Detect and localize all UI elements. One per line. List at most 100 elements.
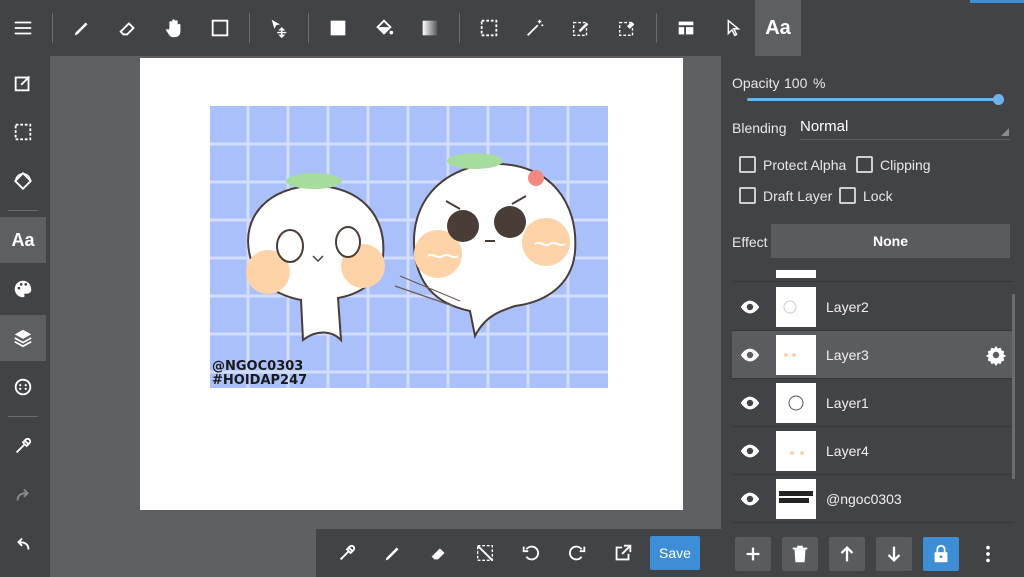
select-eraser-icon [616, 17, 638, 39]
layer-name: Layer2 [826, 298, 869, 315]
frame-tool-button[interactable] [663, 0, 709, 56]
effect-label: Effect [732, 234, 768, 250]
brush-tool-button[interactable] [59, 0, 105, 56]
layer-row-partial[interactable] [732, 270, 1014, 282]
rectangle-tool-button[interactable] [197, 0, 243, 56]
layer-row[interactable]: Layer1 [732, 379, 1014, 427]
gradient-icon [419, 17, 441, 39]
opacity-label: Opacity [732, 75, 780, 91]
bucket-tool-button[interactable] [361, 0, 407, 56]
clipping-label: Clipping [880, 157, 931, 173]
visibility-toggle[interactable] [732, 392, 768, 414]
visibility-toggle[interactable] [732, 296, 768, 318]
hand-tool-button[interactable] [151, 0, 197, 56]
deselect-icon [474, 542, 496, 564]
draft-layer-label: Draft Layer [763, 188, 833, 204]
pen-icon [382, 542, 404, 564]
text-panel-label: Aa [11, 229, 35, 250]
select-pen-tool-button[interactable] [558, 0, 604, 56]
edit-canvas-button[interactable] [0, 60, 46, 106]
protect-alpha-checkbox[interactable] [739, 156, 756, 173]
redo-button[interactable] [0, 472, 46, 518]
layer-thumbnail [776, 286, 816, 327]
layer-name: Layer1 [826, 394, 869, 411]
dropdown-arrow-icon [1001, 128, 1009, 136]
move-icon [268, 17, 290, 39]
eyedropper-button[interactable] [0, 423, 46, 469]
artwork-illustration [210, 106, 608, 388]
fill-rect-icon [327, 17, 349, 39]
delete-layer-button[interactable] [782, 537, 818, 571]
visibility-toggle[interactable] [732, 488, 768, 510]
canvas-paper[interactable]: @NGOC0303 #HOIDAP247 [140, 58, 683, 510]
canvas-area[interactable]: @NGOC0303 #HOIDAP247 [50, 56, 720, 529]
eyedropper-button[interactable] [324, 529, 370, 577]
blending-select[interactable]: Normal [800, 118, 848, 135]
left-toolbar: Aa [0, 56, 50, 577]
fill-rect-tool-button[interactable] [315, 0, 361, 56]
undo-button[interactable] [0, 521, 46, 567]
text-tool-button[interactable]: Aa [755, 0, 801, 56]
menu-button[interactable] [0, 0, 46, 56]
magic-wand-icon [524, 17, 546, 39]
layer-row[interactable]: Layer4 [732, 427, 1014, 475]
palette-icon [12, 278, 34, 300]
layer-row[interactable]: @ngoc0303 [732, 475, 1014, 523]
watermark-line-2: #HOIDAP247 [212, 373, 308, 388]
top-toolbar: Aa [0, 0, 1024, 56]
clipping-checkbox[interactable] [856, 156, 873, 173]
move-layer-down-button[interactable] [876, 537, 912, 571]
layer-thumbnail [776, 430, 816, 471]
add-layer-button[interactable] [735, 537, 771, 571]
save-button[interactable]: Save [650, 536, 700, 570]
toolbar-divider [249, 13, 250, 43]
layer-settings-button[interactable] [978, 344, 1014, 366]
lock-checkbox[interactable] [839, 187, 856, 204]
cursor-icon [721, 17, 743, 39]
text-panel-button[interactable]: Aa [0, 217, 46, 263]
opacity-value: 100 [784, 75, 808, 91]
selection-button[interactable] [0, 109, 46, 155]
layer-properties-panel: Opacity 100 % Blending Normal Protect Al… [721, 56, 1024, 577]
rotate-left-button[interactable] [508, 529, 554, 577]
eraser-icon [117, 17, 139, 39]
layer-row-selected[interactable]: Layer3 [732, 331, 1014, 379]
color-palette-button[interactable] [0, 266, 46, 312]
effect-button[interactable]: None [771, 224, 1010, 258]
layer-row[interactable]: Layer2 [732, 283, 1014, 331]
material-button[interactable] [0, 364, 46, 410]
select-rect-tool-button[interactable] [466, 0, 512, 56]
layer-list-scrollbar[interactable] [1012, 294, 1015, 479]
visibility-toggle[interactable] [732, 440, 768, 462]
rotate-right-button[interactable] [554, 529, 600, 577]
bucket-icon [373, 17, 395, 39]
select-eraser-tool-button[interactable] [604, 0, 650, 56]
layer-thumbnail [776, 270, 816, 278]
layers-panel-button[interactable] [0, 315, 46, 361]
deselect-button[interactable] [462, 529, 508, 577]
bottom-toolbar: Save [316, 529, 721, 577]
move-tool-button[interactable] [256, 0, 302, 56]
eraser-button[interactable] [416, 529, 462, 577]
cursor-tool-button[interactable] [709, 0, 755, 56]
opacity-slider-track[interactable] [747, 98, 999, 101]
share-button[interactable] [600, 529, 646, 577]
more-options-button[interactable] [970, 537, 1006, 571]
toolbar-divider [52, 13, 53, 43]
rotate-canvas-button[interactable] [0, 158, 46, 204]
draft-layer-checkbox[interactable] [739, 187, 756, 204]
lock-layer-button[interactable] [923, 537, 959, 571]
select-pen-icon [570, 17, 592, 39]
toolbar-divider [308, 13, 309, 43]
visibility-toggle[interactable] [732, 344, 768, 366]
arrow-up-icon [836, 543, 858, 565]
layers-icon [12, 327, 34, 349]
magic-wand-tool-button[interactable] [512, 0, 558, 56]
move-layer-up-button[interactable] [829, 537, 865, 571]
brush-icon [71, 17, 93, 39]
gradient-tool-button[interactable] [407, 0, 453, 56]
pen-button[interactable] [370, 529, 416, 577]
opacity-slider-thumb[interactable] [993, 94, 1004, 105]
text-tool-label: Aa [765, 16, 791, 39]
eraser-tool-button[interactable] [105, 0, 151, 56]
